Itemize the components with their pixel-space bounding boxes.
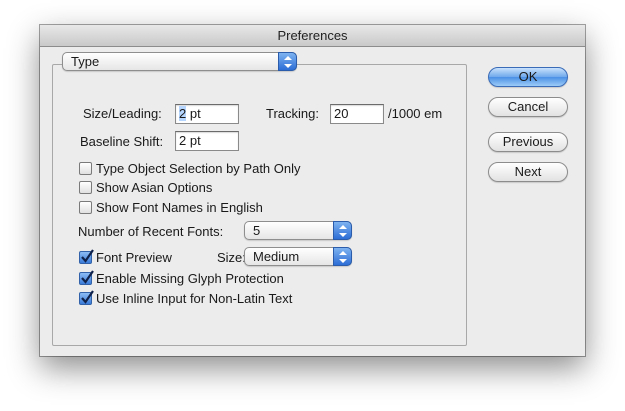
font-preview-label: Font Preview xyxy=(96,250,172,265)
missing-glyph-checkbox[interactable] xyxy=(79,270,94,285)
size-leading-label: Size/Leading: xyxy=(83,106,162,121)
recent-fonts-popup[interactable]: 5 xyxy=(244,221,352,240)
tracking-field[interactable]: 20 xyxy=(330,104,384,124)
recent-fonts-value: 5 xyxy=(253,223,261,238)
show-font-names-english-checkbox[interactable] xyxy=(79,201,92,214)
baseline-shift-field[interactable]: 2 pt xyxy=(175,131,239,151)
section-popup-value: Type xyxy=(71,54,100,69)
size-leading-unit: pt xyxy=(186,106,201,121)
next-button[interactable]: Next xyxy=(488,162,568,182)
checkmark-icon xyxy=(81,290,94,304)
recent-fonts-label: Number of Recent Fonts: xyxy=(78,224,224,239)
ok-button[interactable]: OK xyxy=(488,67,568,87)
checkmark-icon xyxy=(81,249,94,263)
window-title: Preferences xyxy=(40,25,585,47)
recent-fonts-stepper-icon xyxy=(333,221,352,240)
type-object-selection-checkbox[interactable] xyxy=(79,162,92,175)
inline-input-label: Use Inline Input for Non-Latin Text xyxy=(96,291,293,306)
size-leading-field[interactable]: 2 pt xyxy=(175,104,239,124)
show-asian-options-label: Show Asian Options xyxy=(96,180,213,195)
size-stepper-icon xyxy=(333,247,352,266)
show-font-names-english-label: Show Font Names in English xyxy=(96,200,263,215)
section-popup[interactable]: Type xyxy=(62,52,297,71)
cancel-button[interactable]: Cancel xyxy=(488,97,568,117)
tracking-label: Tracking: xyxy=(266,106,319,121)
tracking-value: 20 xyxy=(334,106,349,121)
popup-stepper-icon xyxy=(278,52,297,71)
missing-glyph-label: Enable Missing Glyph Protection xyxy=(96,271,284,286)
baseline-shift-label: Baseline Shift: xyxy=(80,134,164,149)
show-asian-options-checkbox[interactable] xyxy=(79,181,92,194)
font-preview-size-label: Size: xyxy=(217,250,246,265)
tracking-unit: /1000 em xyxy=(388,106,443,121)
preferences-window: Preferences Type Size/Leading: 2 pt Trac… xyxy=(40,25,585,356)
font-preview-checkbox[interactable] xyxy=(79,249,94,264)
checkmark-icon xyxy=(81,270,94,284)
font-preview-size-popup[interactable]: Medium xyxy=(244,247,352,266)
type-object-selection-label: Type Object Selection by Path Only xyxy=(96,161,301,176)
inline-input-checkbox[interactable] xyxy=(79,290,94,305)
baseline-shift-value: 2 pt xyxy=(179,133,201,148)
font-preview-size-value: Medium xyxy=(253,249,300,264)
previous-button[interactable]: Previous xyxy=(488,132,568,152)
